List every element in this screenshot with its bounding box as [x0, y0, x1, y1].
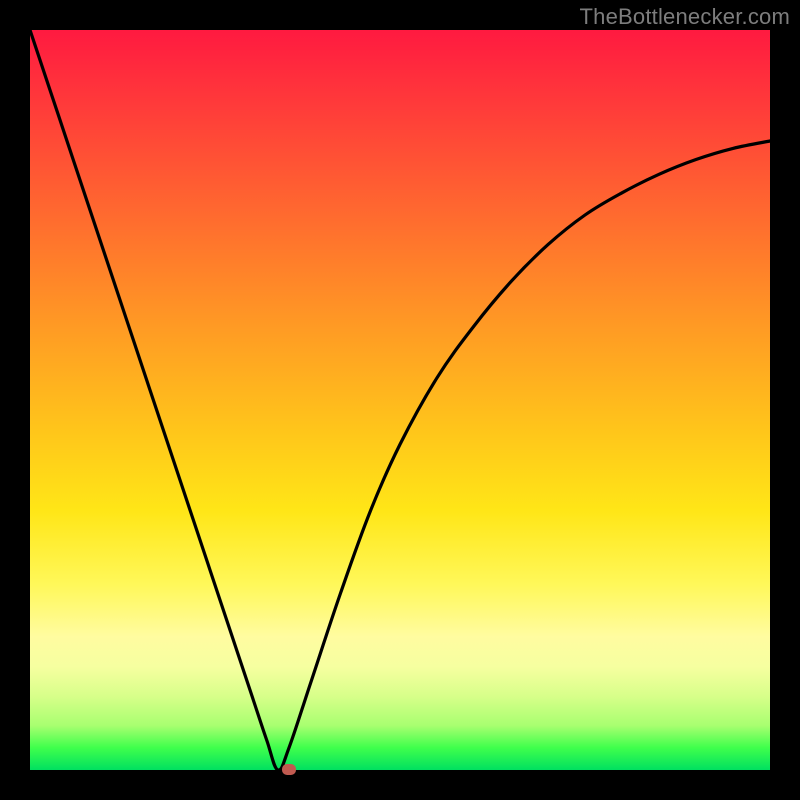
optimal-point-marker	[282, 764, 296, 775]
plot-area	[30, 30, 770, 770]
watermark-text: TheBottlenecker.com	[580, 4, 790, 30]
bottleneck-curve	[30, 30, 770, 770]
chart-frame: TheBottlenecker.com	[0, 0, 800, 800]
